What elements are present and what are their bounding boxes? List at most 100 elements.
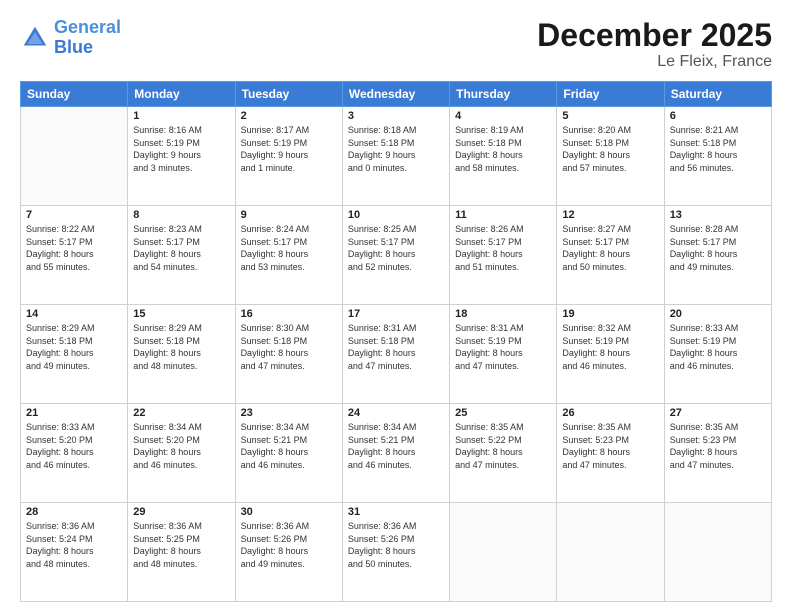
- sunrise-line: Sunrise: 8:25 AM: [348, 223, 444, 236]
- sunrise-line: Sunrise: 8:36 AM: [241, 520, 337, 533]
- daylight-line2: and 47 minutes.: [348, 360, 444, 373]
- sunset-line: Sunset: 5:18 PM: [562, 137, 658, 150]
- daylight-line1: Daylight: 8 hours: [562, 248, 658, 261]
- daylight-line1: Daylight: 8 hours: [670, 446, 766, 459]
- sunrise-line: Sunrise: 8:31 AM: [348, 322, 444, 335]
- header-cell-thursday: Thursday: [450, 82, 557, 107]
- daylight-line1: Daylight: 8 hours: [562, 446, 658, 459]
- header-cell-monday: Monday: [128, 82, 235, 107]
- sunrise-line: Sunrise: 8:19 AM: [455, 124, 551, 137]
- day-number: 20: [670, 308, 766, 320]
- day-number: 1: [133, 110, 229, 122]
- day-number: 15: [133, 308, 229, 320]
- day-cell: 10Sunrise: 8:25 AMSunset: 5:17 PMDayligh…: [342, 206, 449, 305]
- sunset-line: Sunset: 5:25 PM: [133, 533, 229, 546]
- daylight-line1: Daylight: 8 hours: [455, 446, 551, 459]
- calendar-header: SundayMondayTuesdayWednesdayThursdayFrid…: [21, 82, 772, 107]
- sunset-line: Sunset: 5:18 PM: [455, 137, 551, 150]
- sunrise-line: Sunrise: 8:35 AM: [455, 421, 551, 434]
- daylight-line1: Daylight: 8 hours: [348, 347, 444, 360]
- daylight-line2: and 52 minutes.: [348, 261, 444, 274]
- sunset-line: Sunset: 5:17 PM: [133, 236, 229, 249]
- sunrise-line: Sunrise: 8:34 AM: [241, 421, 337, 434]
- sunrise-line: Sunrise: 8:28 AM: [670, 223, 766, 236]
- day-detail: Sunrise: 8:25 AMSunset: 5:17 PMDaylight:…: [348, 223, 444, 273]
- day-cell: 28Sunrise: 8:36 AMSunset: 5:24 PMDayligh…: [21, 503, 128, 602]
- day-number: 4: [455, 110, 551, 122]
- day-detail: Sunrise: 8:19 AMSunset: 5:18 PMDaylight:…: [455, 124, 551, 174]
- day-cell: 23Sunrise: 8:34 AMSunset: 5:21 PMDayligh…: [235, 404, 342, 503]
- day-cell: [450, 503, 557, 602]
- daylight-line1: Daylight: 8 hours: [26, 545, 122, 558]
- daylight-line2: and 46 minutes.: [562, 360, 658, 373]
- daylight-line2: and 51 minutes.: [455, 261, 551, 274]
- daylight-line2: and 53 minutes.: [241, 261, 337, 274]
- header: General Blue December 2025 Le Fleix, Fra…: [20, 18, 772, 71]
- sunset-line: Sunset: 5:26 PM: [241, 533, 337, 546]
- day-number: 11: [455, 209, 551, 221]
- logo: General Blue: [20, 18, 121, 58]
- day-detail: Sunrise: 8:30 AMSunset: 5:18 PMDaylight:…: [241, 322, 337, 372]
- sunrise-line: Sunrise: 8:18 AM: [348, 124, 444, 137]
- sunset-line: Sunset: 5:19 PM: [562, 335, 658, 348]
- day-detail: Sunrise: 8:23 AMSunset: 5:17 PMDaylight:…: [133, 223, 229, 273]
- day-detail: Sunrise: 8:36 AMSunset: 5:24 PMDaylight:…: [26, 520, 122, 570]
- day-cell: [664, 503, 771, 602]
- day-cell: 25Sunrise: 8:35 AMSunset: 5:22 PMDayligh…: [450, 404, 557, 503]
- week-row-0: 1 Sunrise: 8:16 AMSunset: 5:19 PMDaylight…: [21, 107, 772, 206]
- daylight-line2: and 0 minutes.: [348, 162, 444, 175]
- day-detail: Sunrise: 8:28 AMSunset: 5:17 PMDaylight:…: [670, 223, 766, 273]
- daylight-line2: and 1 minute.: [241, 162, 337, 175]
- daylight-line1: Daylight: 8 hours: [241, 347, 337, 360]
- day-cell: [557, 503, 664, 602]
- sunset-line: Sunset: 5:23 PM: [562, 434, 658, 447]
- day-detail: Sunrise: 8:34 AMSunset: 5:20 PMDaylight:…: [133, 421, 229, 471]
- daylight-line2: and 48 minutes.: [26, 558, 122, 571]
- header-cell-tuesday: Tuesday: [235, 82, 342, 107]
- day-number: 21: [26, 407, 122, 419]
- day-number: 16: [241, 308, 337, 320]
- day-cell: 3Sunrise: 8:18 AMSunset: 5:18 PMDaylight…: [342, 107, 449, 206]
- header-cell-sunday: Sunday: [21, 82, 128, 107]
- day-cell: 17Sunrise: 8:31 AMSunset: 5:18 PMDayligh…: [342, 305, 449, 404]
- day-cell: 27Sunrise: 8:35 AMSunset: 5:23 PMDayligh…: [664, 404, 771, 503]
- sunrise-line: Sunrise: 8:30 AM: [241, 322, 337, 335]
- day-cell: 9Sunrise: 8:24 AMSunset: 5:17 PMDaylight…: [235, 206, 342, 305]
- sunrise-line: Sunrise: 8:35 AM: [562, 421, 658, 434]
- sunrise-line: Sunrise: 8:21 AM: [670, 124, 766, 137]
- sunset-line: Sunset: 5:18 PM: [26, 335, 122, 348]
- daylight-line1: Daylight: 8 hours: [241, 545, 337, 558]
- day-number: 29: [133, 506, 229, 518]
- day-cell: [21, 107, 128, 206]
- sunset-line: Sunset: 5:19 PM: [133, 137, 229, 150]
- week-row-2: 14Sunrise: 8:29 AMSunset: 5:18 PMDayligh…: [21, 305, 772, 404]
- day-detail: Sunrise: 8:26 AMSunset: 5:17 PMDaylight:…: [455, 223, 551, 273]
- daylight-line2: and 3 minutes.: [133, 162, 229, 175]
- day-detail: Sunrise: 8:36 AMSunset: 5:25 PMDaylight:…: [133, 520, 229, 570]
- day-cell: 21 Sunrise: 8:33 AMSunset: 5:20 PMDayligh…: [21, 404, 128, 503]
- day-detail: Sunrise: 8:35 AMSunset: 5:23 PMDaylight:…: [670, 421, 766, 471]
- sunset-line: Sunset: 5:17 PM: [348, 236, 444, 249]
- daylight-line1: Daylight: 8 hours: [133, 347, 229, 360]
- day-cell: 30Sunrise: 8:36 AMSunset: 5:26 PMDayligh…: [235, 503, 342, 602]
- day-number: 18: [455, 308, 551, 320]
- day-detail: Sunrise: 8:16 AMSunset: 5:19 PMDaylight:…: [133, 124, 229, 174]
- day-number: 2: [241, 110, 337, 122]
- page: General Blue December 2025 Le Fleix, Fra…: [0, 0, 792, 612]
- daylight-line2: and 54 minutes.: [133, 261, 229, 274]
- day-number: 5: [562, 110, 658, 122]
- day-cell: 12Sunrise: 8:27 AMSunset: 5:17 PMDayligh…: [557, 206, 664, 305]
- daylight-line1: Daylight: 8 hours: [133, 446, 229, 459]
- sunset-line: Sunset: 5:22 PM: [455, 434, 551, 447]
- day-detail: Sunrise: 8:33 AMSunset: 5:20 PMDaylight:…: [26, 421, 122, 471]
- day-detail: Sunrise: 8:31 AMSunset: 5:18 PMDaylight:…: [348, 322, 444, 372]
- sunset-line: Sunset: 5:18 PM: [670, 137, 766, 150]
- sunset-line: Sunset: 5:19 PM: [241, 137, 337, 150]
- sunset-line: Sunset: 5:21 PM: [241, 434, 337, 447]
- daylight-line2: and 48 minutes.: [133, 360, 229, 373]
- daylight-line1: Daylight: 9 hours: [241, 149, 337, 162]
- daylight-line1: Daylight: 8 hours: [348, 248, 444, 261]
- sunrise-line: Sunrise: 8:34 AM: [133, 421, 229, 434]
- sunrise-line: Sunrise: 8:22 AM: [26, 223, 122, 236]
- day-number: 14: [26, 308, 122, 320]
